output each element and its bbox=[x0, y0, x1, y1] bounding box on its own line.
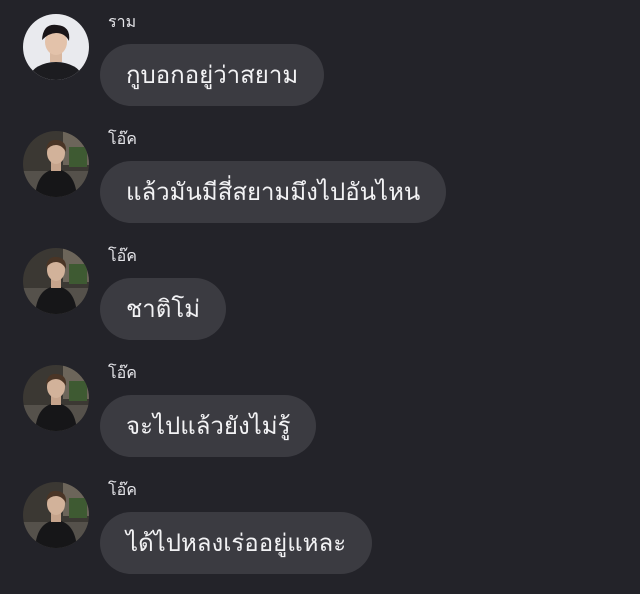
user-avatar-ram-icon[interactable] bbox=[23, 14, 89, 80]
sender-name: โอ๊ค bbox=[108, 480, 137, 499]
message-row: โอ๊ค จะไปแล้วยังไม่รู้ bbox=[0, 363, 640, 477]
message-bubble[interactable]: ได้ไปหลงเร่ออยู่แหละ bbox=[100, 512, 373, 574]
user-avatar-oak-icon[interactable] bbox=[23, 482, 89, 548]
message-row: โอ๊ค ได้ไปหลงเร่ออยู่แหละ bbox=[0, 480, 640, 594]
message-bubble[interactable]: กูบอกอยู่ว่าสยาม bbox=[100, 44, 325, 106]
user-avatar-oak-icon[interactable] bbox=[23, 365, 89, 431]
message-row: โอ๊ค ชาติโม่ bbox=[0, 246, 640, 360]
user-avatar-oak-icon[interactable] bbox=[23, 248, 89, 314]
message-row: โอ๊ค แล้วมันมีสี่สยามมึงไปอันไหน bbox=[0, 129, 640, 243]
user-avatar-oak-icon[interactable] bbox=[23, 131, 89, 197]
message-bubble[interactable]: ชาติโม่ bbox=[100, 278, 227, 340]
sender-name: โอ๊ค bbox=[108, 129, 137, 148]
sender-name: โอ๊ค bbox=[108, 363, 137, 382]
message-row: ราม กูบอกอยู่ว่าสยาม bbox=[0, 12, 640, 126]
sender-name: โอ๊ค bbox=[108, 246, 137, 265]
message-bubble[interactable]: แล้วมันมีสี่สยามมึงไปอันไหน bbox=[100, 161, 447, 223]
message-bubble[interactable]: จะไปแล้วยังไม่รู้ bbox=[100, 395, 317, 457]
sender-name: ราม bbox=[108, 12, 137, 31]
chat-thread: ราม กูบอกอยู่ว่าสยาม โอ๊ค แล้วมันมีสี่สย… bbox=[0, 0, 640, 586]
